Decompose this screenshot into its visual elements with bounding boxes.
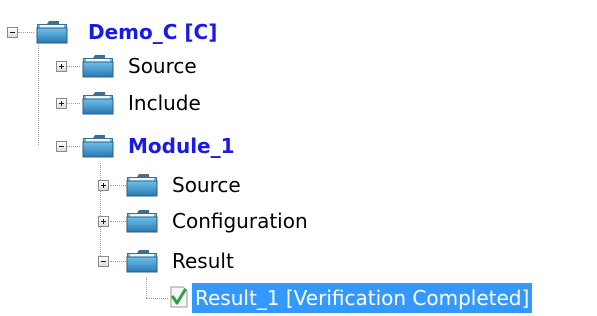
tree-item-demo-c[interactable]: Demo_C [C] (88, 19, 217, 45)
expand-toggle-source[interactable] (56, 61, 67, 72)
folder-icon (124, 248, 160, 274)
tree-item-module-1[interactable]: Module_1 (128, 133, 235, 159)
folder-icon (80, 90, 116, 116)
tree-item-result[interactable]: Result (172, 248, 234, 274)
collapse-toggle-result[interactable] (98, 256, 109, 267)
expand-toggle-include[interactable] (56, 98, 67, 109)
project-tree: Demo_C [C] Source Include Module_1 Sourc… (0, 0, 597, 316)
folder-icon (124, 172, 160, 198)
tree-item-include[interactable]: Include (128, 90, 201, 116)
tree-item-module-source[interactable]: Source (172, 172, 241, 198)
expand-toggle-module-source[interactable] (98, 180, 109, 191)
tree-connector (67, 66, 80, 67)
tree-item-configuration[interactable]: Configuration (172, 208, 308, 234)
collapse-toggle-module-1[interactable] (56, 141, 67, 152)
folder-icon (34, 19, 70, 45)
expand-toggle-configuration[interactable] (98, 216, 109, 227)
tree-connector (18, 32, 34, 33)
folder-icon (124, 208, 160, 234)
tree-connector (67, 146, 80, 147)
tree-connector (146, 298, 168, 299)
folder-icon (80, 53, 116, 79)
tree-connector (38, 44, 39, 145)
collapse-toggle-root[interactable] (7, 27, 18, 38)
checkmark-icon (170, 286, 188, 308)
tree-item-result-1[interactable]: Result_1 [Verification Completed] (192, 283, 533, 313)
tree-connector (100, 163, 101, 258)
tree-item-source[interactable]: Source (128, 53, 197, 79)
folder-icon (80, 133, 116, 159)
tree-connector (67, 103, 80, 104)
tree-connector (146, 277, 147, 298)
